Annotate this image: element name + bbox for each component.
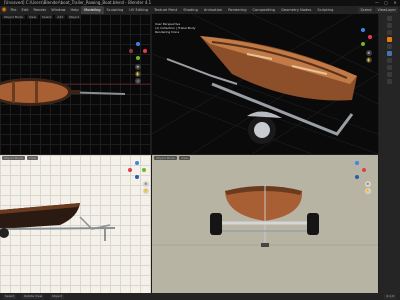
viewport-nav-buttons: ⊕ ✋ [143,181,149,194]
right-wheel [307,213,319,235]
pan-icon[interactable]: ✋ [135,71,141,77]
viewport-nav-buttons: ⊕ ✋ [365,181,371,194]
tab-uv-editing[interactable]: UV Editing [126,6,151,14]
tab-animation[interactable]: Animation [201,6,225,14]
tab-modeling[interactable]: Modeling [81,6,104,14]
tab-sculpting[interactable]: Sculpting [104,6,127,14]
boat-top-view [0,78,151,106]
tab-scripting[interactable]: Scripting [314,6,336,14]
constraint-properties-icon[interactable] [387,58,392,63]
pan-icon[interactable]: ✋ [143,188,149,194]
neg-x-axis-icon[interactable] [129,49,133,53]
output-properties-icon[interactable] [387,30,392,35]
properties-panel [379,14,400,293]
z-axis-icon[interactable] [136,42,140,46]
boat-front-view [152,185,378,247]
z-axis-icon[interactable] [361,28,365,32]
object-properties-icon[interactable] [387,37,392,42]
left-wheel [210,213,222,235]
navigation-gizmo[interactable] [348,161,366,179]
y-axis-icon[interactable] [361,42,365,46]
neg-z-axis-icon[interactable] [135,175,139,179]
x-axis-icon[interactable] [128,168,132,172]
tab-rendering[interactable]: Rendering [225,6,249,14]
x-axis-icon[interactable] [368,35,372,39]
wheel-rim [254,122,270,138]
viewport-nav-buttons: ⊕ ✋ [366,50,372,63]
zoom-icon[interactable]: ⊕ [135,64,141,70]
zoom-icon[interactable]: ⊕ [366,50,372,56]
viewport-perspective[interactable]: User Perspective (1) Collection | Traile… [152,14,378,154]
window-title: [Unsaved] C:\Users\Blender\boat_Trailer_… [4,0,152,5]
view-layer-selector[interactable]: ViewLayer [375,7,398,13]
menu-render[interactable]: Render [31,6,49,14]
x-axis-icon[interactable] [362,168,366,172]
material-properties-icon[interactable] [387,72,392,77]
tab-texture-paint[interactable]: Texture Paint [151,6,180,14]
viewport-overlay-info: User Perspective (1) Collection | Traile… [155,22,195,34]
navigation-gizmo[interactable] [128,161,146,179]
status-rotate: Rotate View [22,294,45,299]
blender-logo-icon[interactable]: ◉ [0,6,8,14]
y-axis-icon[interactable] [142,168,146,172]
x-axis-icon[interactable] [143,49,147,53]
status-object: Object [50,294,64,299]
scene-selector[interactable]: Scene [358,7,374,13]
tab-shading[interactable]: Shading [180,6,201,14]
tab-geometry-nodes[interactable]: Geometry Nodes [278,6,314,14]
menu-window[interactable]: Window [49,6,68,14]
data-properties-icon[interactable] [387,65,392,70]
texture-properties-icon[interactable] [387,79,392,84]
camera-icon[interactable]: ◎ [135,78,141,84]
menu-file[interactable]: File [8,6,19,14]
status-bar: Select Rotate View Object 4.1.0 [0,293,400,300]
zoom-icon[interactable]: ⊕ [365,181,371,187]
y-axis-icon[interactable] [136,56,140,60]
navigation-gizmo[interactable] [354,28,372,46]
status-select: Select [3,294,17,299]
zoom-icon[interactable]: ⊕ [143,181,149,187]
version-label: 4.1.0 [384,294,396,299]
viewport-right[interactable]: Object Mode View ⊕ ✋ [0,155,151,293]
z-axis-icon[interactable] [135,161,139,165]
boat-seat [35,81,38,103]
menu-help[interactable]: Help [68,6,81,14]
render-status: Rendering Done [155,30,180,34]
viewport-top[interactable]: Object Mode View Select Add Object ⊕ ✋ ◎ [0,14,151,154]
blender-window: [Unsaved] C:\Users\Blender\boat_Trailer_… [0,0,400,300]
viewport-front[interactable]: Object Mode View ⊕ ✋ [152,155,378,293]
tab-compositing[interactable]: Compositing [250,6,279,14]
modifier-properties-icon[interactable] [387,44,392,49]
z-axis-icon[interactable] [355,161,359,165]
hitch [261,243,269,247]
menu-bar: ◉ File Edit Render Window Help Modeling … [0,6,400,14]
boat-seat [12,81,15,103]
render-properties-icon[interactable] [387,23,392,28]
tool-icon[interactable] [387,16,392,21]
neg-z-axis-icon[interactable] [355,175,359,179]
pan-icon[interactable]: ✋ [365,188,371,194]
menu-edit[interactable]: Edit [19,6,31,14]
viewport-nav-buttons: ⊕ ✋ ◎ [135,64,141,84]
scene-selectors: Scene ViewLayer [358,7,400,13]
pan-icon[interactable]: ✋ [366,57,372,63]
boat-perspective-view [166,36,357,144]
navigation-gizmo[interactable] [129,42,147,60]
physics-properties-icon[interactable] [387,51,392,56]
